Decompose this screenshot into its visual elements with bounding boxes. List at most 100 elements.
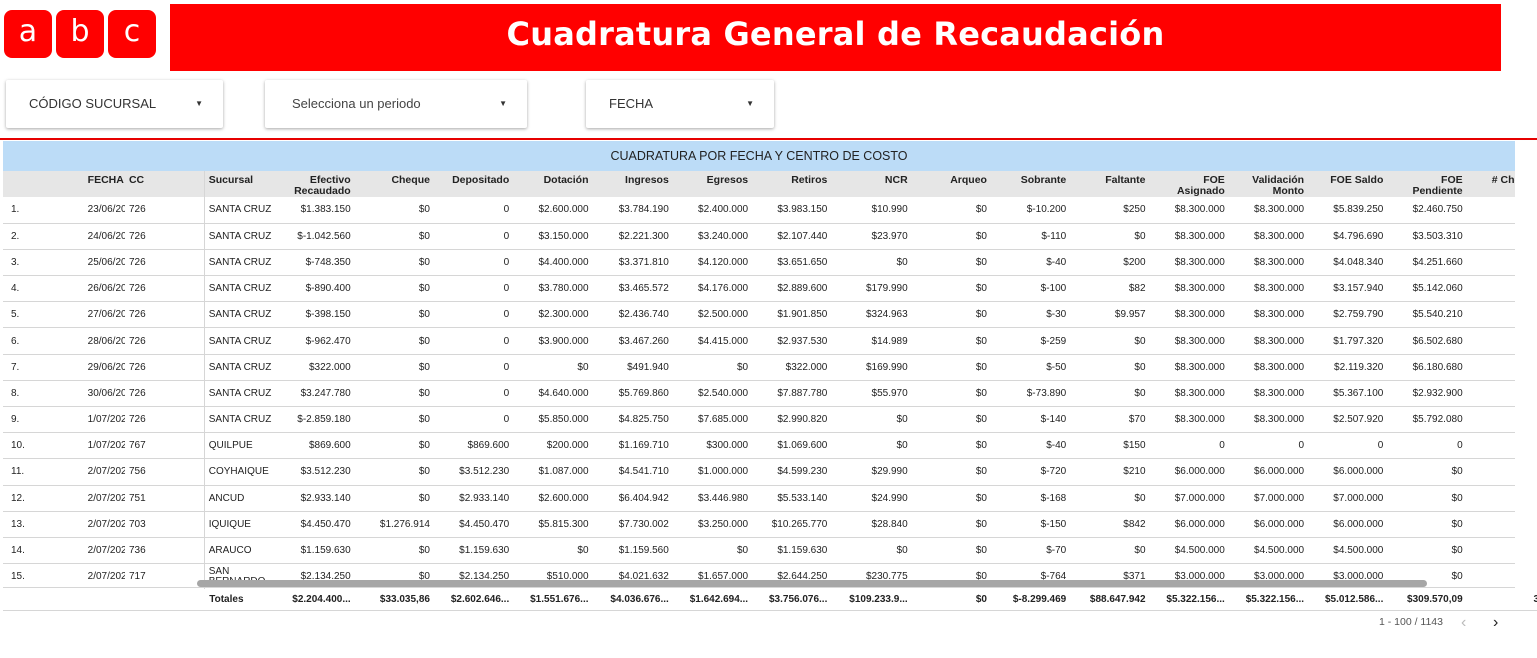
- totals-cell: 3: [1466, 590, 1537, 611]
- totals-cell: $-8.299.469: [990, 590, 1071, 611]
- data-table-container[interactable]: FECHA ▲CCSucursalEfectivo RecaudadoChequ…: [3, 171, 1515, 589]
- column-header[interactable]: Efectivo Recaudado: [283, 171, 355, 197]
- sucursal-filter-dropdown[interactable]: CÓDIGO SUCURSAL ▼: [6, 80, 223, 128]
- table-cell: $3.983.150: [752, 197, 832, 224]
- column-header[interactable]: Sucursal: [203, 171, 284, 197]
- table-row[interactable]: 2.24/06/2025726SANTA CRUZ$-1.042.560$00$…: [3, 223, 1515, 250]
- table-row[interactable]: 4.26/06/2025726SANTA CRUZ$-890.400$00$3.…: [3, 275, 1515, 303]
- table-row[interactable]: 11.2/07/2025756COYHAIQUE$3.512.230$0$3.5…: [3, 458, 1515, 486]
- table-row[interactable]: 12.2/07/2025751ANCUD$2.933.140$0$2.933.1…: [3, 485, 1515, 512]
- table-cell: 23/06/2025: [43, 197, 125, 224]
- column-header[interactable]: FOE Pendiente: [1387, 171, 1467, 197]
- table-cell: $200.000: [513, 432, 593, 460]
- table-row[interactable]: 10.1/07/2025767QUILPUE$869.600$0$869.600…: [3, 432, 1515, 460]
- table-cell: $0: [354, 327, 434, 355]
- fecha-filter-dropdown[interactable]: FECHA ▼: [586, 80, 774, 128]
- periodo-filter-dropdown[interactable]: Selecciona un periodo ▼: [265, 80, 527, 128]
- totals-cell: $5.012.586...: [1308, 590, 1388, 611]
- column-header[interactable]: FECHA ▲: [43, 171, 125, 197]
- table-cell: $8.300.000: [1149, 406, 1229, 434]
- column-header[interactable]: Validación Monto: [1228, 171, 1309, 197]
- table-cell: $4.120.000: [672, 249, 753, 277]
- table-cell: $0: [354, 301, 434, 329]
- totals-cell: $5.322.156...: [1149, 590, 1229, 611]
- data-table: FECHA ▲CCSucursalEfectivo RecaudadoChequ…: [3, 171, 1515, 589]
- table-row[interactable]: 7.29/06/2025726SANTA CRUZ$322.000$00$0$4…: [3, 354, 1515, 381]
- column-header[interactable]: Arqueo: [911, 171, 991, 197]
- table-row[interactable]: 3.25/06/2025726SANTA CRUZ$-748.350$00$4.…: [3, 249, 1515, 277]
- table-cell: $0: [911, 432, 991, 460]
- table-cell: $0: [354, 458, 434, 486]
- table-cell: $5.815.300: [513, 511, 593, 538]
- table-cell: SANTA CRUZ: [203, 327, 284, 355]
- previous-page-icon[interactable]: ‹: [1461, 614, 1466, 632]
- totals-cell: $109.233.9...: [831, 590, 912, 611]
- table-cell: SANTA CRUZ: [203, 275, 284, 303]
- table-cell: $-30: [990, 301, 1071, 329]
- table-cell: $4.400.000: [513, 249, 593, 277]
- table-cell: $1.000.000: [672, 458, 753, 486]
- table-cell: $4.048.340: [1308, 249, 1388, 277]
- totals-cell: $0: [911, 590, 991, 611]
- column-header[interactable]: Retiros: [752, 171, 832, 197]
- table-row[interactable]: 5.27/06/2025726SANTA CRUZ$-398.150$00$2.…: [3, 301, 1515, 329]
- table-cell: $0: [911, 380, 991, 408]
- horizontal-scrollbar[interactable]: [197, 580, 1427, 587]
- table-row[interactable]: 1.23/06/2025726SANTA CRUZ$1.383.150$00$2…: [3, 197, 1515, 224]
- table-cell: $5.850.000: [513, 406, 593, 434]
- column-header[interactable]: NCR: [831, 171, 912, 197]
- column-header[interactable]: # Cheque: [1466, 171, 1515, 197]
- logo-letter-c: c: [108, 10, 156, 58]
- table-cell: $29.990: [831, 458, 912, 486]
- table-row[interactable]: 6.28/06/2025726SANTA CRUZ$-962.470$00$3.…: [3, 327, 1515, 355]
- table-cell: $70: [1070, 406, 1150, 434]
- table-cell: $6.000.000: [1308, 511, 1388, 538]
- column-header: [3, 171, 44, 197]
- column-header[interactable]: FOE Saldo: [1308, 171, 1388, 197]
- table-row[interactable]: 8.30/06/2025726SANTA CRUZ$3.247.780$00$4…: [3, 380, 1515, 408]
- table-cell: ARAUCO: [203, 537, 284, 565]
- column-header[interactable]: Ingresos: [592, 171, 673, 197]
- caret-down-icon: ▼: [746, 99, 754, 108]
- table-cell: 726: [124, 223, 205, 250]
- table-cell: $7.730.002: [592, 511, 673, 538]
- table-cell: $6.404.942: [592, 485, 673, 512]
- table-cell: [1466, 406, 1515, 434]
- table-row[interactable]: 9.1/07/2025726SANTA CRUZ$-2.859.180$00$5…: [3, 406, 1515, 434]
- table-cell: $-890.400: [283, 275, 355, 303]
- table-cell: [1466, 485, 1515, 512]
- table-cell: $0: [672, 354, 753, 381]
- page-title: Cuadratura General de Recaudación: [170, 4, 1501, 71]
- table-cell: [1466, 249, 1515, 277]
- column-header[interactable]: Faltante: [1070, 171, 1150, 197]
- column-header[interactable]: Depositado: [433, 171, 514, 197]
- table-cell: $1.069.600: [752, 432, 832, 460]
- column-header[interactable]: Cheque: [354, 171, 434, 197]
- table-cell: $0: [354, 249, 434, 277]
- table-cell: $0: [354, 406, 434, 434]
- table-cell: $7.000.000: [1308, 485, 1388, 512]
- table-cell: $4.500.000: [1149, 537, 1229, 565]
- table-cell: 2/07/2025: [43, 485, 125, 512]
- table-row[interactable]: 14.2/07/2025736ARAUCO$1.159.630$0$1.159.…: [3, 537, 1515, 565]
- table-cell: $2.540.000: [672, 380, 753, 408]
- column-header[interactable]: FOE Asignado: [1149, 171, 1229, 197]
- table-cell: 0: [1228, 432, 1309, 460]
- table-cell: SANTA CRUZ: [203, 406, 284, 434]
- column-header[interactable]: Dotación: [513, 171, 593, 197]
- table-cell: $1.159.560: [592, 537, 673, 565]
- table-cell: [1466, 223, 1515, 250]
- table-cell: 0: [433, 223, 514, 250]
- table-cell: $-110: [990, 223, 1071, 250]
- table-row[interactable]: 13.2/07/2025703IQUIQUE$4.450.470$1.276.9…: [3, 511, 1515, 538]
- column-header[interactable]: Sobrante: [990, 171, 1071, 197]
- table-cell: $0: [831, 406, 912, 434]
- table-cell: $1.169.710: [592, 432, 673, 460]
- table-cell: $8.300.000: [1228, 354, 1309, 381]
- column-header[interactable]: Egresos: [672, 171, 753, 197]
- table-cell: $1.087.000: [513, 458, 593, 486]
- table-cell: $-259: [990, 327, 1071, 355]
- table-cell: SANTA CRUZ: [203, 301, 284, 329]
- next-page-icon[interactable]: ›: [1493, 614, 1498, 632]
- column-header[interactable]: CC: [124, 171, 205, 197]
